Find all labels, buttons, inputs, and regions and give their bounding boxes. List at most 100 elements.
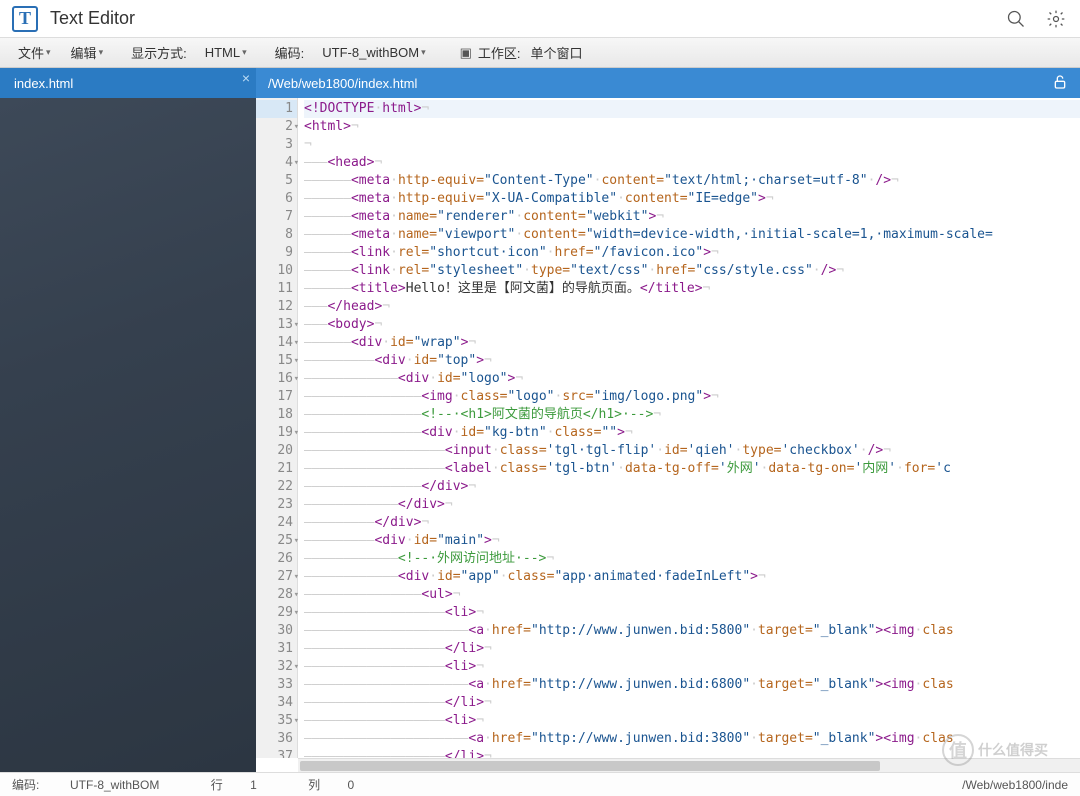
scrollbar-thumb[interactable] (300, 761, 880, 771)
code-content[interactable]: <!DOCTYPE·html>¬<html>¬¬———<head>¬——————… (298, 98, 1080, 758)
encoding-label: 编码: (257, 43, 311, 62)
watermark-text: 什么值得买 (978, 740, 1048, 760)
line-number[interactable]: 28 (256, 586, 297, 604)
code-line[interactable]: <html>¬ (304, 118, 1080, 136)
line-number[interactable]: 12 (256, 298, 297, 316)
line-number[interactable]: 1 (256, 100, 297, 118)
line-number[interactable]: 9 (256, 244, 297, 262)
line-number[interactable]: 21 (256, 460, 297, 478)
code-line[interactable]: ——————<link·rel="shortcut·icon"·href="/f… (304, 244, 1080, 262)
code-line[interactable]: ————————————<!--·外网访问地址·-->¬ (304, 550, 1080, 568)
code-line[interactable]: <!DOCTYPE·html>¬ (304, 100, 1080, 118)
display-mode-label: 显示方式: (113, 43, 193, 62)
code-line[interactable]: ——————<meta·name="renderer"·content="web… (304, 208, 1080, 226)
line-number[interactable]: 4 (256, 154, 297, 172)
code-line[interactable]: ——————————————————<label·class='tgl-btn'… (304, 460, 1080, 478)
line-number[interactable]: 7 (256, 208, 297, 226)
code-line[interactable]: ——————————————————</li>¬ (304, 640, 1080, 658)
status-encoding: 编码: UTF-8_withBOM (12, 778, 183, 792)
line-number[interactable]: 31 (256, 640, 297, 658)
code-line[interactable]: ——————<meta·http-equiv="X-UA-Compatible"… (304, 190, 1080, 208)
line-number[interactable]: 23 (256, 496, 297, 514)
line-number[interactable]: 29 (256, 604, 297, 622)
code-line[interactable]: ——————<div·id="wrap">¬ (304, 334, 1080, 352)
line-number[interactable]: 22 (256, 478, 297, 496)
line-number[interactable]: 11 (256, 280, 297, 298)
status-bar: 编码: UTF-8_withBOM 行 1 列 0 /Web/web1800/i… (0, 772, 1080, 796)
file-path-bar: /Web/web1800/index.html (256, 68, 1080, 98)
line-number[interactable]: 37 (256, 748, 297, 758)
display-mode-select[interactable]: HTML▾ (193, 45, 257, 60)
file-tab[interactable]: index.html × (0, 68, 256, 98)
line-number[interactable]: 33 (256, 676, 297, 694)
line-number[interactable]: 25 (256, 532, 297, 550)
line-number[interactable]: 32 (256, 658, 297, 676)
line-number[interactable]: 34 (256, 694, 297, 712)
line-number[interactable]: 18 (256, 406, 297, 424)
code-area[interactable]: 1234567891011121314151617181920212223242… (256, 98, 1080, 758)
workspace-select[interactable]: 单个窗口 (527, 43, 593, 62)
code-line[interactable]: —————————————————————<a·href="http://www… (304, 676, 1080, 694)
line-number[interactable]: 5 (256, 172, 297, 190)
code-line[interactable]: ———————————————<div·id="kg-btn"·class=""… (304, 424, 1080, 442)
close-icon[interactable]: × (242, 70, 250, 86)
line-number[interactable]: 20 (256, 442, 297, 460)
sidebar: index.html × (0, 68, 256, 772)
line-number[interactable]: 24 (256, 514, 297, 532)
code-line[interactable]: ——————————————————<li>¬ (304, 658, 1080, 676)
code-line[interactable]: ———————————————</div>¬ (304, 478, 1080, 496)
line-number[interactable]: 14 (256, 334, 297, 352)
code-line[interactable]: ——————————————————<input·class='tgl·tgl-… (304, 442, 1080, 460)
code-line[interactable]: ——————<link·rel="stylesheet"·type="text/… (304, 262, 1080, 280)
line-number[interactable]: 27 (256, 568, 297, 586)
menu-file[interactable]: 文件▾ (8, 43, 61, 62)
code-line[interactable]: ——————<meta·name="viewport"·content="wid… (304, 226, 1080, 244)
menu-edit[interactable]: 编辑▾ (61, 43, 114, 62)
code-line[interactable]: —————————<div·id="top">¬ (304, 352, 1080, 370)
menu-bar: 文件▾ 编辑▾ 显示方式: HTML▾ 编码: UTF-8_withBOM▾ ▣… (0, 38, 1080, 68)
code-line[interactable]: ——————————————————<li>¬ (304, 604, 1080, 622)
line-number[interactable]: 30 (256, 622, 297, 640)
line-number[interactable]: 10 (256, 262, 297, 280)
code-line[interactable]: —————————</div>¬ (304, 514, 1080, 532)
code-line[interactable]: —————————<div·id="main">¬ (304, 532, 1080, 550)
code-line[interactable]: ————————————</div>¬ (304, 496, 1080, 514)
code-line[interactable]: ————————————<div·id="app"·class="app·ani… (304, 568, 1080, 586)
code-line[interactable]: ———</head>¬ (304, 298, 1080, 316)
code-line[interactable]: ——————<meta·http-equiv="Content-Type"·co… (304, 172, 1080, 190)
app-logo-icon: T (12, 6, 38, 32)
line-number[interactable]: 17 (256, 388, 297, 406)
main-area: index.html × /Web/web1800/index.html 123… (0, 68, 1080, 772)
unlock-icon[interactable] (1052, 74, 1068, 93)
gear-icon[interactable] (1044, 7, 1068, 31)
code-line[interactable]: ———<head>¬ (304, 154, 1080, 172)
file-path: /Web/web1800/index.html (268, 76, 417, 91)
status-line: 行 1 (211, 778, 281, 792)
line-number[interactable]: 6 (256, 190, 297, 208)
code-line[interactable]: ——————<title>Hello！这里是【阿文菌】的导航页面。</title… (304, 280, 1080, 298)
line-number[interactable]: 15 (256, 352, 297, 370)
line-number[interactable]: 35 (256, 712, 297, 730)
code-line[interactable]: ———————————————<ul>¬ (304, 586, 1080, 604)
code-line[interactable]: ———————————————<!--·<h1>阿文菌的导航页</h1>·-->… (304, 406, 1080, 424)
line-number[interactable]: 36 (256, 730, 297, 748)
line-gutter[interactable]: 1234567891011121314151617181920212223242… (256, 98, 298, 758)
code-line[interactable]: ——————————————————</li>¬ (304, 694, 1080, 712)
code-line[interactable]: —————————————————————<a·href="http://www… (304, 622, 1080, 640)
line-number[interactable]: 13 (256, 316, 297, 334)
code-line[interactable]: ——————————————————<li>¬ (304, 712, 1080, 730)
encoding-select[interactable]: UTF-8_withBOM▾ (310, 45, 435, 60)
code-line[interactable]: ———<body>¬ (304, 316, 1080, 334)
search-icon[interactable] (1004, 7, 1028, 31)
code-line[interactable]: ¬ (304, 136, 1080, 154)
code-line[interactable]: ———————————————<img·class="logo"·src="im… (304, 388, 1080, 406)
line-number[interactable]: 26 (256, 550, 297, 568)
code-line[interactable]: ————————————<div·id="logo">¬ (304, 370, 1080, 388)
line-number[interactable]: 16 (256, 370, 297, 388)
line-number[interactable]: 19 (256, 424, 297, 442)
line-number[interactable]: 8 (256, 226, 297, 244)
line-number[interactable]: 2 (256, 118, 297, 136)
workspace-label: 工作区: (472, 43, 527, 62)
line-number[interactable]: 3 (256, 136, 297, 154)
title-bar: T Text Editor (0, 0, 1080, 38)
